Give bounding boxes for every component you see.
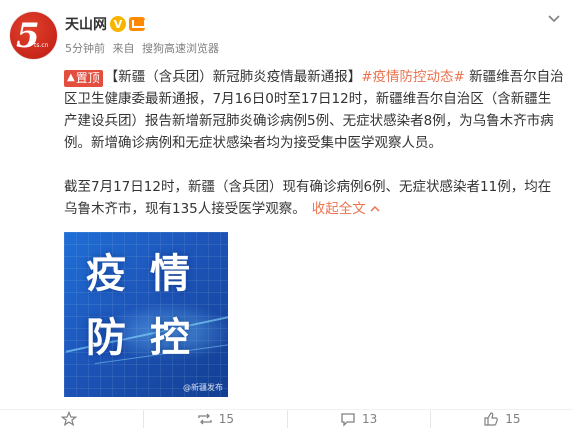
star-icon — [60, 411, 77, 427]
post-source[interactable]: 搜狗高速浏览器 — [142, 42, 219, 55]
image-text-char: 情 — [150, 251, 190, 297]
user-name-row: 天山网 V — [65, 14, 146, 34]
verified-icon[interactable]: V — [110, 16, 126, 32]
hashtag-link[interactable]: #疫情防控动态# — [361, 69, 465, 85]
like-count: 15 — [505, 412, 521, 426]
action-bar: 15 13 15 — [0, 410, 573, 428]
repost-button[interactable]: 15 — [143, 410, 286, 428]
image-text-char: 防 — [86, 315, 126, 361]
username[interactable]: 天山网 — [65, 14, 107, 34]
chevron-down-icon[interactable] — [548, 14, 560, 24]
chevron-up-icon — [370, 205, 380, 212]
pinned-badge: ▲ 置顶 — [64, 69, 103, 87]
avatar[interactable]: 5 ts.cn — [9, 11, 58, 60]
collapse-label: 收起全文 — [311, 201, 366, 217]
avatar-logo-subtext: ts.cn — [34, 42, 49, 49]
image-text-char: 控 — [150, 315, 190, 361]
image-text-char: 疫 — [86, 251, 126, 297]
comment-button[interactable]: 13 — [286, 410, 430, 428]
post-paragraph-1: ▲ 置顶 【新疆（含兵团）新冠肺炎疫情最新通报】#疫情防控动态# 新疆维吾尔自治区卫… — [64, 66, 564, 154]
pinned-label: 置顶 — [75, 71, 100, 85]
crown-badge-icon[interactable] — [129, 17, 146, 31]
comment-count: 13 — [361, 412, 378, 426]
avatar-logo: 5 — [16, 16, 40, 56]
favorite-button[interactable] — [0, 410, 143, 428]
post-title: 【新疆（含兵团）新冠肺炎疫情最新通报】 — [104, 69, 362, 85]
repost-icon — [198, 413, 212, 425]
pin-icon: ▲ — [67, 72, 75, 83]
post-time[interactable]: 5分钟前 — [65, 42, 105, 55]
weibo-post-card: 5 ts.cn 天山网 V 5分钟前 来自 搜狗高速浏览器 ▲ 置顶 【新疆（含兵团… — [0, 0, 573, 428]
post-image[interactable]: 疫 情 防 控 @新疆发布 — [64, 232, 228, 397]
comment-icon — [341, 413, 355, 427]
repost-count: 15 — [218, 412, 235, 426]
like-button[interactable]: 15 — [429, 410, 573, 428]
collapse-text-link[interactable]: 收起全文 — [312, 201, 380, 217]
post-text-2: 截至7月17日12时，新疆（含兵团）现有确诊病例6例、无症状感染者11例，均在乌… — [64, 179, 552, 217]
source-prefix: 来自 — [112, 42, 135, 55]
image-watermark: @新疆发布 — [183, 383, 223, 392]
post-paragraph-2: 截至7月17日12时，新疆（含兵团）现有确诊病例6例、无症状感染者11例，均在乌… — [64, 176, 564, 220]
post-meta: 5分钟前 来自 搜狗高速浏览器 — [65, 40, 219, 56]
post-body: ▲ 置顶 【新疆（含兵团）新冠肺炎疫情最新通报】#疫情防控动态# 新疆维吾尔自治区卫… — [64, 66, 564, 242]
thumbs-up-icon — [484, 412, 499, 426]
